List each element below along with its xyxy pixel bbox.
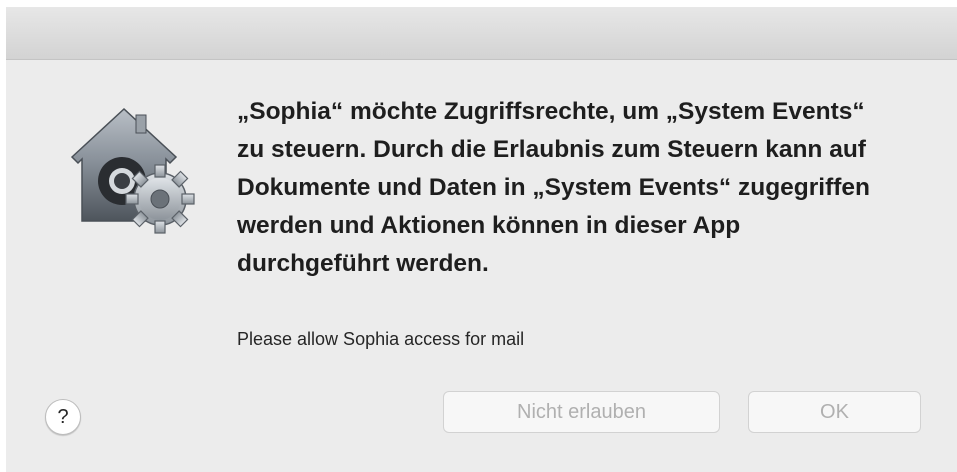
ok-button[interactable]: OK [748, 391, 921, 433]
informative-text: Please allow Sophia access for mail [237, 329, 525, 349]
dialog-message: „Sophia“ möchte Zugriffsrechte, um „Syst… [237, 98, 871, 277]
permission-dialog: „Sophia“ möchte Zugriffsrechte, um „Syst… [6, 7, 957, 472]
help-icon: ? [57, 405, 69, 428]
deny-button[interactable]: Nicht erlauben [443, 391, 720, 433]
title-bar[interactable] [6, 7, 957, 60]
help-button[interactable]: ? [45, 399, 81, 435]
privacy-gatekeeper-icon [62, 99, 212, 239]
